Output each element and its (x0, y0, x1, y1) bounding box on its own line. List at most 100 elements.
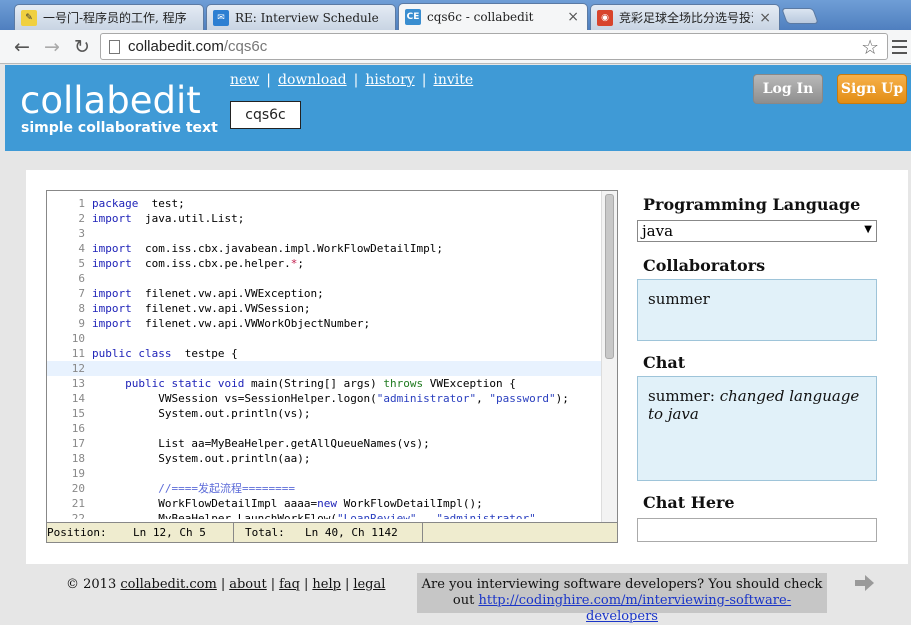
code-token: //====发起流程======== (92, 482, 295, 495)
footer-separator: | (270, 577, 276, 592)
line-code: WorkFlowDetailImpl aaaa=new WorkFlowDeta… (92, 496, 483, 511)
tab-title: cqs6c - collabedit (427, 10, 534, 24)
code-token: "administrator" (376, 392, 477, 405)
code-line[interactable]: 3 (47, 226, 601, 241)
code-line[interactable]: 9 import filenet.vw.api.VWWorkObjectNumbe… (47, 316, 601, 331)
code-token: testpe { (171, 347, 238, 360)
language-value: java (642, 222, 674, 240)
browser-menu-icon[interactable] (892, 40, 907, 54)
code-line[interactable]: 11 public class testpe { (47, 346, 601, 361)
new-tab-button[interactable] (781, 8, 819, 24)
code-line[interactable]: 19 (47, 466, 601, 481)
line-number: 12 (71, 362, 85, 375)
chevron-down-icon: ▼ (864, 224, 872, 235)
site-tagline: simple collaborative text (21, 120, 218, 136)
site-logo[interactable]: collabedit (20, 79, 201, 122)
line-number: 19 (71, 467, 85, 480)
line-number: 2 (78, 212, 85, 225)
promo-link[interactable]: http://codinghire.com/m/interviewing-sof… (478, 593, 791, 624)
code-line[interactable]: 22 MyBeaHelper.LaunchWorkFlow("LoanRevie… (47, 511, 601, 519)
nav-download-link[interactable]: download (278, 72, 347, 88)
code-token: import (92, 242, 132, 255)
nav-separator: | (353, 72, 359, 88)
language-heading: Programming Language (643, 195, 861, 214)
code-token: package (92, 197, 139, 210)
bookmark-star-icon[interactable]: ☆ (861, 35, 879, 59)
editor-scrollbar[interactable] (601, 191, 617, 522)
line-number: 3 (78, 227, 85, 240)
code-line[interactable]: 2 import java.util.List; (47, 211, 601, 226)
footer-separator: | (220, 577, 226, 592)
scrollbar-thumb[interactable] (605, 194, 614, 359)
login-button[interactable]: Log In (753, 74, 823, 104)
language-select[interactable]: java ▼ (637, 220, 877, 242)
code-editor[interactable]: 1 package test; 2 import java.util.List; 3 4 i… (46, 190, 618, 543)
footer-about-link[interactable]: about (229, 577, 267, 592)
line-number: 5 (78, 257, 85, 270)
code-line[interactable]: 10 (47, 331, 601, 346)
nav-new-link[interactable]: new (230, 72, 259, 88)
url-text[interactable]: collabedit.com/cqs6c (128, 38, 267, 55)
footer-faq-link[interactable]: faq (279, 577, 300, 592)
code-line[interactable]: 12 (47, 361, 601, 376)
forward-button[interactable]: → (40, 35, 64, 59)
code-token: import (92, 317, 132, 330)
reload-button[interactable]: ↻ (70, 35, 94, 59)
back-button[interactable]: ← (10, 35, 34, 59)
code-line[interactable]: 13 public static void main(String[] args… (47, 376, 601, 391)
chat-heading: Chat (643, 353, 686, 372)
close-icon[interactable]: × (759, 10, 771, 26)
status-divider (422, 523, 423, 542)
code-line[interactable]: 16 (47, 421, 601, 436)
code-token: filenet.vw.api.VWSession; (131, 302, 311, 315)
line-code: import filenet.vw.api.VWSession; (92, 301, 311, 316)
code-line[interactable]: 6 (47, 271, 601, 286)
collabedit-favicon-icon: CE (405, 9, 421, 25)
code-token: "LoanReview" (337, 512, 417, 519)
code-token: ); (555, 392, 569, 405)
line-code: import java.util.List; (92, 211, 244, 226)
browser-tab-3[interactable]: CE cqs6c - collabedit × (398, 3, 588, 30)
signup-button[interactable]: Sign Up (837, 74, 907, 104)
address-bar[interactable]: collabedit.com/cqs6c ☆ (100, 33, 888, 60)
code-line[interactable]: 14 VWSession vs=SessionHelper.logon("adm… (47, 391, 601, 406)
line-code: System.out.println(aa); (92, 451, 310, 466)
code-line[interactable]: 4 import com.iss.cbx.javabean.impl.WorkFl… (47, 241, 601, 256)
code-token: List aa=MyBeaHelper.getAllQueueNames(vs)… (92, 437, 430, 450)
code-line[interactable]: 5 import com.iss.cbx.pe.helper.*; (47, 256, 601, 271)
browser-tab-1[interactable]: ✎ 一号门-程序员的工作, 程序 (14, 4, 204, 30)
line-code: public static void main(String[] args) t… (92, 376, 516, 391)
line-number: 15 (71, 407, 85, 420)
nav-invite-link[interactable]: invite (433, 72, 473, 88)
line-number: 8 (78, 302, 85, 315)
footer-help-link[interactable]: help (312, 577, 341, 592)
code-line[interactable]: 17 List aa=MyBeaHelper.getAllQueueNames(… (47, 436, 601, 451)
line-number: 21 (71, 497, 85, 510)
close-icon[interactable]: × (567, 9, 579, 25)
chat-input[interactable] (637, 518, 877, 542)
line-number: 16 (71, 422, 85, 435)
code-line[interactable]: 7 import filenet.vw.api.VWException; (47, 286, 601, 301)
line-code: import filenet.vw.api.VWException; (92, 286, 324, 301)
code-line[interactable]: 1 package test; (47, 196, 601, 211)
footer-home-link[interactable]: collabedit.com (120, 577, 216, 592)
line-code: List aa=MyBeaHelper.getAllQueueNames(vs)… (92, 436, 430, 451)
code-line[interactable]: 8 import filenet.vw.api.VWSession; (47, 301, 601, 316)
code-line[interactable]: 21 WorkFlowDetailImpl aaaa=new WorkFlowD… (47, 496, 601, 511)
browser-tab-strip: ✎ 一号门-程序员的工作, 程序 ✉ RE: Interview Schedul… (0, 0, 911, 30)
code-token: VWSession vs=SessionHelper.logon( (92, 392, 377, 405)
code-token: filenet.vw.api.VWWorkObjectNumber; (131, 317, 371, 330)
code-area[interactable]: 1 package test; 2 import java.util.List; 3 4 i… (47, 196, 601, 519)
chat-message: summer: changed language to java (648, 387, 866, 423)
footer-legal-link[interactable]: legal (353, 577, 385, 592)
code-line[interactable]: 15 System.out.println(vs); (47, 406, 601, 421)
document-id-box[interactable]: cqs6c (230, 101, 301, 129)
footer-separator: | (344, 577, 350, 592)
browser-tab-2[interactable]: ✉ RE: Interview Schedule (206, 4, 396, 30)
nav-history-link[interactable]: history (365, 72, 414, 88)
code-line[interactable]: 20 //====发起流程======== (47, 481, 601, 496)
code-line[interactable]: 18 System.out.println(aa); (47, 451, 601, 466)
arrow-right-icon[interactable] (855, 574, 875, 592)
browser-tab-4[interactable]: ◉ 竞彩足球全场比分选号投注 × (590, 4, 780, 30)
line-code: package test; (92, 196, 185, 211)
